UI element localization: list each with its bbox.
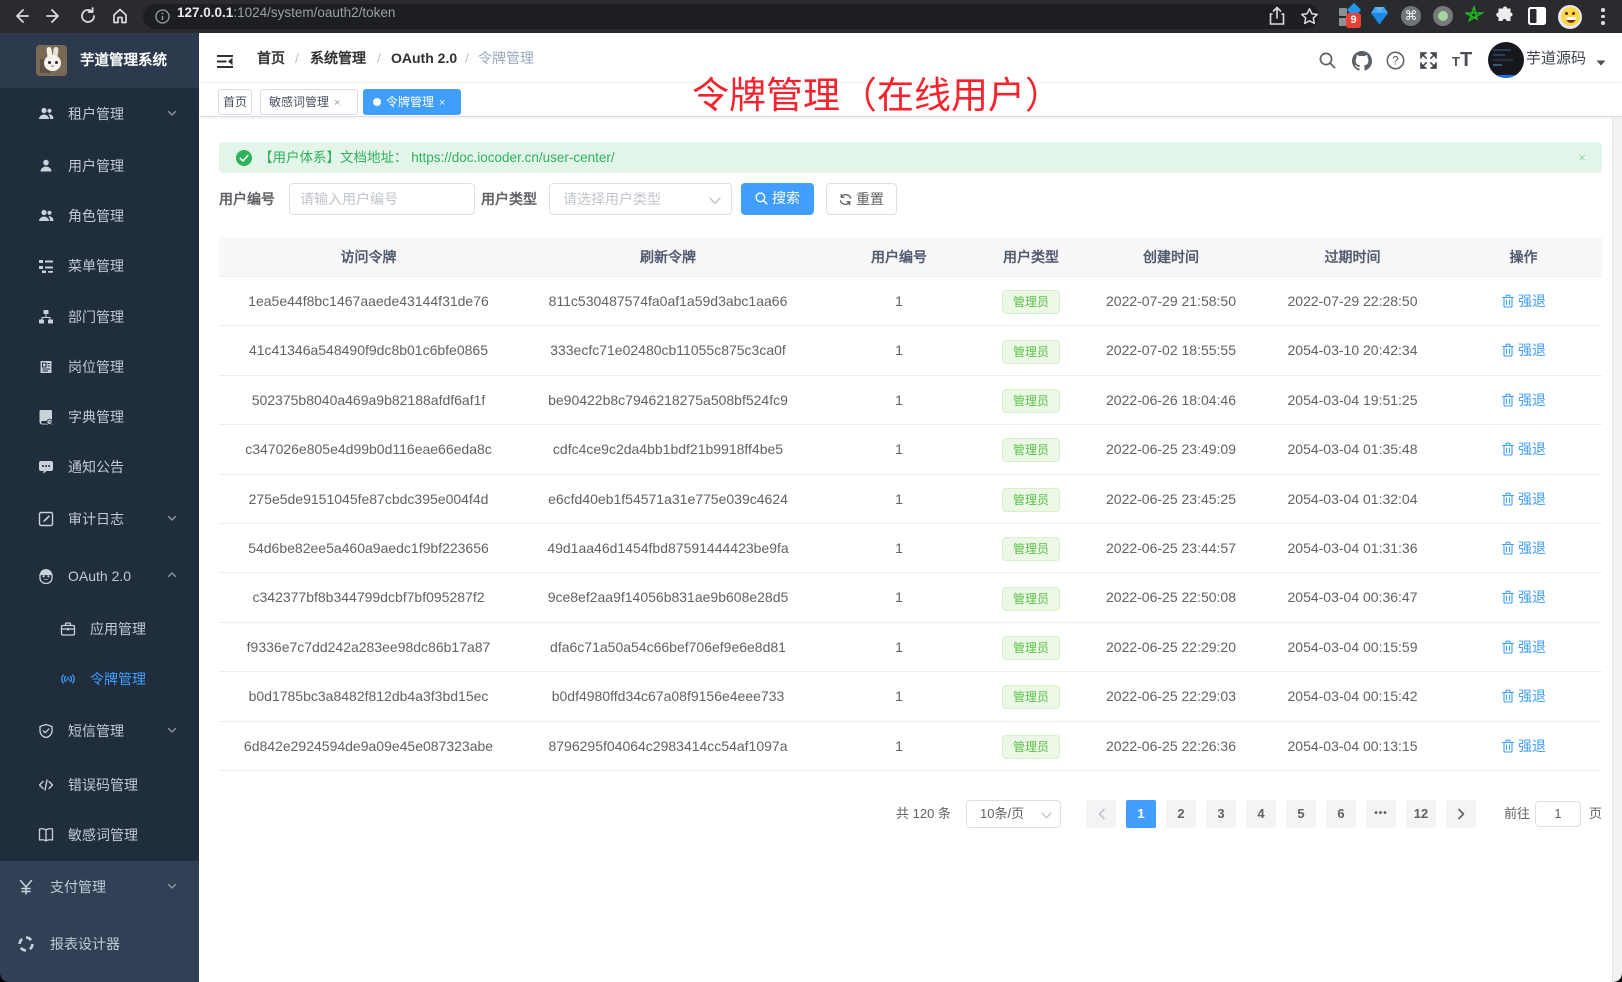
svg-text:?: ? [1392,56,1398,68]
svg-text:A: A [66,677,71,684]
